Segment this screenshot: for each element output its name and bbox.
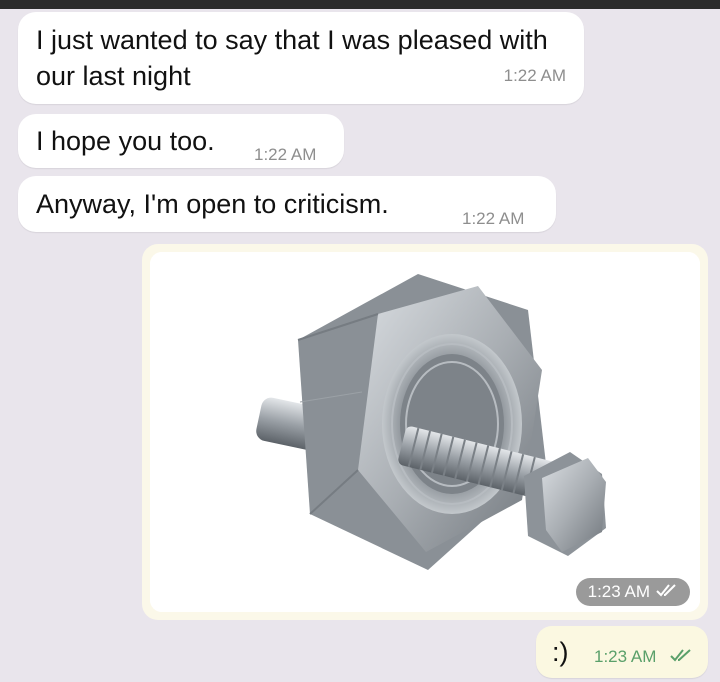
message-time: 1:22 AM [503, 66, 566, 85]
message-time: 1:22 AM [462, 209, 525, 228]
photo-timestamp: 1:23 AM [575, 578, 690, 606]
message-text: Anyway, I'm open to criticism. [36, 189, 389, 219]
message-time: 1:22 AM [254, 145, 317, 164]
incoming-message[interactable]: I hope you too. 1:22 AM [18, 114, 344, 168]
photo-time: 1:23 AM [587, 582, 650, 601]
double-check-icon [656, 578, 678, 606]
message-time: 1:23 AM [594, 647, 657, 666]
outgoing-photo-message[interactable]: 1:23 AM [142, 244, 708, 620]
incoming-message[interactable]: Anyway, I'm open to criticism. 1:22 AM [18, 176, 556, 232]
message-text: I just wanted to say that I was pleased … [36, 25, 548, 91]
double-check-icon [670, 648, 694, 667]
message-text: :) [552, 637, 569, 667]
status-bar-strip [0, 0, 720, 9]
outgoing-message[interactable]: :) 1:23 AM [536, 626, 708, 678]
nut-and-bolt-photo[interactable] [150, 252, 700, 612]
message-text: I hope you too. [36, 126, 215, 156]
incoming-message[interactable]: I just wanted to say that I was pleased … [18, 12, 584, 104]
